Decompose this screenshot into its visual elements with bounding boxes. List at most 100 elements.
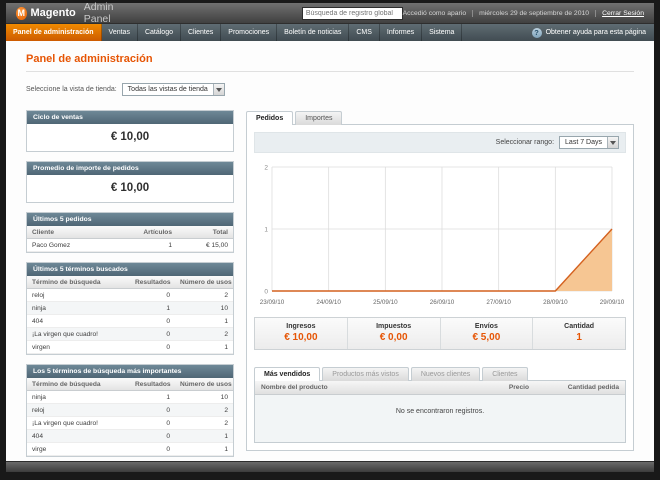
cell-term: virge <box>27 442 130 456</box>
global-search-input[interactable] <box>301 6 403 20</box>
help-label: Obtener ayuda para esta página <box>545 29 646 36</box>
svg-text:27/09/10: 27/09/10 <box>486 299 511 306</box>
last-search-terms-title: Últimos 5 términos buscados <box>27 263 233 276</box>
dashboard-box: Seleccionar rango: Last 7 Days 0 1 2 23/09/… <box>246 124 634 451</box>
stat-value: € 5,00 <box>472 332 501 343</box>
tab-customers[interactable]: Clientes <box>482 367 528 381</box>
table-row[interactable]: virgen 0 1 <box>27 340 233 354</box>
cell-results: 1 <box>130 390 175 404</box>
table-row[interactable]: ninja 1 10 <box>27 301 233 315</box>
top-search-terms-panel: Los 5 términos de búsqueda más important… <box>26 364 234 457</box>
lifetime-sales-title: Ciclo de ventas <box>27 111 233 124</box>
column-header: Cliente <box>27 226 129 239</box>
tab-bestsellers[interactable]: Más vendidos <box>254 367 321 381</box>
table-row[interactable]: ¡La virgen que cuadro! 0 2 <box>27 327 233 341</box>
stat-value: € 0,00 <box>379 332 408 343</box>
stat-label: Ingresos <box>286 323 316 330</box>
svg-text:28/09/10: 28/09/10 <box>543 299 568 306</box>
page-help-link[interactable]: ? Obtener ayuda para esta página <box>524 24 654 41</box>
page-title: Panel de administración <box>26 49 634 72</box>
tab-amounts[interactable]: Importes <box>295 111 343 125</box>
chevron-down-icon <box>212 84 224 95</box>
nav-item-sales[interactable]: Ventas <box>102 24 138 41</box>
header-meta: Accedió como apario miércoles 29 de sept… <box>402 9 644 17</box>
svg-text:25/09/10: 25/09/10 <box>373 299 398 306</box>
nav-item-catalog[interactable]: Catálogo <box>138 24 181 41</box>
cell-results: 0 <box>130 403 175 417</box>
column-header: Artículos <box>129 226 177 239</box>
cell-customer: Paco Gomez <box>27 238 129 252</box>
average-orders-panel: Promedio de importe de pedidos € 10,00 <box>26 161 234 203</box>
tab-new-customers[interactable]: Nuevos clientes <box>410 367 481 381</box>
range-select[interactable]: Last 7 Days <box>559 136 619 149</box>
nav-item-label: Sistema <box>429 29 455 36</box>
table-row[interactable]: ninja 1 10 <box>27 390 233 404</box>
products-table-header: Nombre del producto Precio Cantidad pedi… <box>255 381 625 395</box>
svg-text:2: 2 <box>264 164 268 171</box>
stat-value: 1 <box>576 332 582 343</box>
stat-revenue: Ingresos € 10,00 <box>255 318 348 349</box>
nav-item-customers[interactable]: Clientes <box>181 24 222 41</box>
nav-item-system[interactable]: Sistema <box>422 24 463 41</box>
table-row[interactable]: reloj 0 2 <box>27 288 233 302</box>
logo-subtitle: Admin Panel <box>83 1 114 25</box>
table-row[interactable]: 404 0 1 <box>27 314 233 328</box>
cell-term: reloj <box>27 288 130 302</box>
nav-item-dashboard[interactable]: Panel de administración <box>6 24 102 41</box>
tab-orders[interactable]: Pedidos <box>246 111 294 125</box>
store-view-select[interactable]: Todas las vistas de tienda <box>121 83 225 96</box>
cell-term: ¡La virgen que cuadro! <box>27 416 130 430</box>
dashboard-main: Pedidos Importes Seleccionar rango: Last… <box>246 110 634 461</box>
column-header: Nombre del producto <box>261 384 328 391</box>
stat-value: € 10,00 <box>284 332 318 343</box>
stat-label: Cantidad <box>564 323 595 330</box>
tab-most-viewed[interactable]: Productos más vistos <box>322 367 409 381</box>
svg-text:0: 0 <box>264 288 268 295</box>
cell-term: reloj <box>27 403 130 417</box>
cell-uses: 2 <box>175 416 233 430</box>
magento-logo-icon: M <box>16 6 27 20</box>
dashboard-sidebar: Ciclo de ventas € 10,00 Promedio de impo… <box>26 110 234 461</box>
nav-item-promotions[interactable]: Promociones <box>221 24 278 41</box>
logout-link[interactable]: Cerrar Sesión <box>595 9 644 17</box>
cell-term: 404 <box>27 429 130 443</box>
cell-results: 1 <box>130 301 175 315</box>
nav-item-label: Clientes <box>187 29 214 36</box>
table-row[interactable]: ¡La virgen que cuadro! 0 2 <box>27 416 233 430</box>
nav-item-label: Catálogo <box>144 29 173 36</box>
cell-term: ninja <box>27 390 130 404</box>
cell-term: ninja <box>27 301 130 315</box>
table-row[interactable]: 404 0 1 <box>27 429 233 443</box>
average-orders-value: € 10,00 <box>110 182 150 194</box>
table-row[interactable]: virge 0 1 <box>27 442 233 456</box>
nav-item-newsletter[interactable]: Boletín de noticias <box>277 24 350 41</box>
store-view-label: Seleccione la vista de tienda: <box>26 86 117 93</box>
cell-uses: 2 <box>175 327 233 341</box>
main-nav: Panel de administración Ventas Catálogo … <box>6 24 654 41</box>
cell-uses: 1 <box>175 314 233 328</box>
last-orders-title: Últimos 5 pedidos <box>27 213 233 226</box>
nav-item-reports[interactable]: Informes <box>380 24 423 41</box>
last-search-terms-panel: Últimos 5 términos buscados Término de b… <box>26 262 234 355</box>
app-frame: M Magento Admin Panel Accedió como apari… <box>6 1 654 472</box>
cell-items: 1 <box>129 238 177 252</box>
nav-item-label: Panel de administración <box>13 29 94 36</box>
lifetime-sales-value: € 10,00 <box>110 131 150 143</box>
cell-results: 0 <box>130 442 175 456</box>
store-view-row: Seleccione la vista de tienda: Todas las… <box>26 83 634 96</box>
stat-label: Envíos <box>474 323 498 330</box>
cell-uses: 1 <box>175 340 233 354</box>
column-header: Total <box>177 226 233 239</box>
cell-results: 0 <box>130 314 175 328</box>
table-row[interactable]: Paco Gomez 1 € 15,00 <box>27 238 233 252</box>
header-date: miércoles 29 de septiembre de 2010 <box>472 9 589 17</box>
cell-results: 0 <box>130 327 175 341</box>
nav-item-cms[interactable]: CMS <box>349 24 380 41</box>
cell-results: 0 <box>130 429 175 443</box>
table-row[interactable]: reloj 0 2 <box>27 403 233 417</box>
logged-in-as: Accedió como apario <box>402 9 467 17</box>
range-label: Seleccionar rango: <box>495 139 555 146</box>
cell-uses: 1 <box>175 429 233 443</box>
lifetime-sales-panel: Ciclo de ventas € 10,00 <box>26 110 234 152</box>
column-header: Término de búsqueda <box>27 276 130 289</box>
